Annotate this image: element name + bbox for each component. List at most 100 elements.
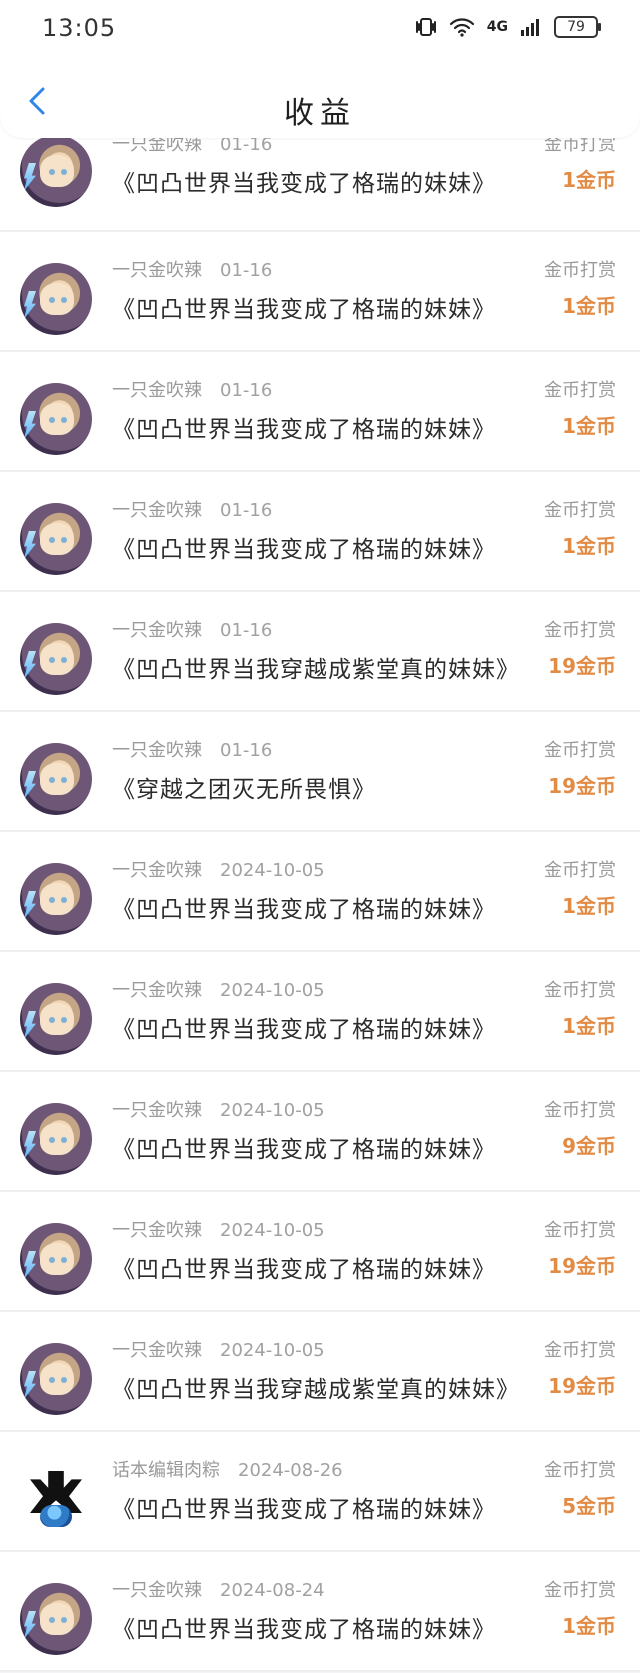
lightning-icon (24, 1611, 36, 1639)
earning-meta: 一只金吹辣 01-16 (112, 736, 512, 762)
eye-icon (61, 169, 67, 175)
user-avatar (20, 1223, 92, 1295)
user-name: 一只金吹辣 (112, 860, 202, 881)
battery-indicator: 79 (554, 16, 601, 38)
page-title: 收益 (284, 96, 356, 131)
user-avatar (20, 1343, 92, 1415)
earning-date: 01-16 (220, 260, 273, 281)
earning-date: 2024-10-05 (220, 1220, 325, 1241)
earning-date: 2024-10-05 (220, 1100, 325, 1121)
character-face (40, 283, 74, 315)
eye-icon (49, 537, 55, 543)
reward-type: 金币打赏 (544, 500, 616, 521)
character-face (40, 1603, 74, 1635)
earning-row[interactable]: 一只金吹辣 01-16 《凹凸世界当我变成了格瑞的妹妹》 金币打赏 1金币 (0, 352, 640, 472)
reward-type: 金币打赏 (544, 860, 616, 881)
eye-icon (61, 1377, 67, 1383)
earning-row[interactable]: 一只金吹辣 01-16 《穿越之团灭无所畏惧》 金币打赏 19金币 (0, 712, 640, 832)
earning-date: 2024-10-05 (220, 860, 325, 881)
lightning-icon (24, 531, 36, 559)
earning-row[interactable]: 一只金吹辣 2024-08-24 《凹凸世界当我变成了格瑞的妹妹》 金币打赏 1金… (0, 1552, 640, 1672)
earning-date: 01-16 (220, 500, 273, 521)
user-name: 话本编辑肉粽 (112, 1460, 220, 1481)
novel-title: 《凹凸世界当我穿越成紫堂真的妹妹》 (112, 1377, 520, 1403)
novel-title: 《凹凸世界当我变成了格瑞的妹妹》 (112, 1497, 496, 1523)
user-avatar (20, 623, 92, 695)
lightning-icon (24, 163, 36, 191)
status-icons: 4G 79 (415, 16, 601, 38)
earning-date: 2024-10-05 (220, 980, 325, 1001)
novel-title: 《凹凸世界当我穿越成紫堂真的妹妹》 (112, 657, 520, 683)
reward-type: 金币打赏 (544, 1100, 616, 1121)
lightning-icon (24, 1131, 36, 1159)
earning-meta: 一只金吹辣 01-16 (112, 376, 512, 402)
earning-row[interactable]: 一只金吹辣 2024-10-05 《凹凸世界当我变成了格瑞的妹妹》 金币打赏 1金… (0, 952, 640, 1072)
lightning-icon (24, 1371, 36, 1399)
user-name: 一只金吹辣 (112, 1580, 202, 1601)
eye-icon (61, 1137, 67, 1143)
novel-title: 《凹凸世界当我变成了格瑞的妹妹》 (112, 417, 496, 443)
lightning-icon (24, 411, 36, 439)
character-face (40, 403, 74, 435)
user-name: 一只金吹辣 (112, 260, 202, 281)
eye-icon (49, 897, 55, 903)
signal-icon (521, 19, 539, 36)
earning-meta: 一只金吹辣 2024-08-24 (112, 1576, 512, 1602)
eye-icon (61, 897, 67, 903)
character-face (40, 1003, 74, 1035)
earning-row[interactable]: 一只金吹辣 2024-10-05 《凹凸世界当我变成了格瑞的妹妹》 金币打赏 9金… (0, 1072, 640, 1192)
reward-amount: 19金币 (548, 1374, 616, 1398)
earning-meta: 一只金吹辣 01-16 (112, 616, 512, 642)
editor-avatar (20, 1463, 92, 1535)
earning-row[interactable]: 一只金吹辣 01-16 《凹凸世界当我变成了格瑞的妹妹》 金币打赏 1金币 (0, 232, 640, 352)
novel-title: 《凹凸世界当我变成了格瑞的妹妹》 (112, 1617, 496, 1643)
earning-meta: 话本编辑肉粽 2024-08-26 (112, 1456, 512, 1482)
globe-icon (40, 1505, 72, 1527)
character-face (40, 1123, 74, 1155)
reward-amount: 1金币 (562, 1614, 616, 1638)
user-avatar (20, 383, 92, 455)
earning-row[interactable]: 一只金吹辣 01-16 《凹凸世界当我穿越成紫堂真的妹妹》 金币打赏 19金币 (0, 592, 640, 712)
user-name: 一只金吹辣 (112, 980, 202, 1001)
user-name: 一只金吹辣 (112, 620, 202, 641)
eye-icon (61, 1017, 67, 1023)
earning-row[interactable]: 一只金吹辣 2024-10-05 《凹凸世界当我变成了格瑞的妹妹》 金币打赏 1金… (0, 832, 640, 952)
earnings-list: 一只金吹辣 01-16 《凹凸世界当我变成了格瑞的妹妹》 金币打赏 1金币 一只金… (0, 120, 640, 1672)
eye-icon (49, 657, 55, 663)
reward-amount: 1金币 (562, 294, 616, 318)
reward-amount: 19金币 (548, 1254, 616, 1278)
eye-icon (49, 1377, 55, 1383)
reward-amount: 1金币 (562, 168, 616, 192)
lightning-icon (24, 771, 36, 799)
eye-icon (61, 1257, 67, 1263)
lightning-icon (24, 891, 36, 919)
earning-date: 2024-08-26 (238, 1460, 343, 1481)
novel-title: 《凹凸世界当我变成了格瑞的妹妹》 (112, 297, 496, 323)
reward-amount: 1金币 (562, 894, 616, 918)
reward-amount: 5金币 (562, 1494, 616, 1518)
reward-type: 金币打赏 (544, 1460, 616, 1481)
reward-type: 金币打赏 (544, 1580, 616, 1601)
reward-type: 金币打赏 (544, 380, 616, 401)
user-avatar (20, 263, 92, 335)
earning-meta: 一只金吹辣 2024-10-05 (112, 1216, 512, 1242)
character-face (40, 643, 74, 675)
reward-type: 金币打赏 (544, 260, 616, 281)
novel-title: 《凹凸世界当我变成了格瑞的妹妹》 (112, 1257, 496, 1283)
earning-meta: 一只金吹辣 01-16 (112, 256, 512, 282)
earning-row[interactable]: 一只金吹辣 2024-10-05 《凹凸世界当我穿越成紫堂真的妹妹》 金币打赏 1… (0, 1312, 640, 1432)
user-name: 一只金吹辣 (112, 1100, 202, 1121)
earning-row[interactable]: 一只金吹辣 01-16 《凹凸世界当我变成了格瑞的妹妹》 金币打赏 1金币 (0, 472, 640, 592)
earning-row[interactable]: 一只金吹辣 2024-10-05 《凹凸世界当我变成了格瑞的妹妹》 金币打赏 19… (0, 1192, 640, 1312)
novel-title: 《凹凸世界当我变成了格瑞的妹妹》 (112, 537, 496, 563)
reward-type: 金币打赏 (544, 620, 616, 641)
lightning-icon (24, 1251, 36, 1279)
earning-date: 01-16 (220, 740, 273, 761)
user-name: 一只金吹辣 (112, 380, 202, 401)
eye-icon (61, 1617, 67, 1623)
eye-icon (61, 777, 67, 783)
earning-row[interactable]: 话本编辑肉粽 2024-08-26 《凹凸世界当我变成了格瑞的妹妹》 金币打赏 5… (0, 1432, 640, 1552)
user-avatar (20, 135, 92, 207)
eye-icon (61, 657, 67, 663)
lightning-icon (24, 651, 36, 679)
